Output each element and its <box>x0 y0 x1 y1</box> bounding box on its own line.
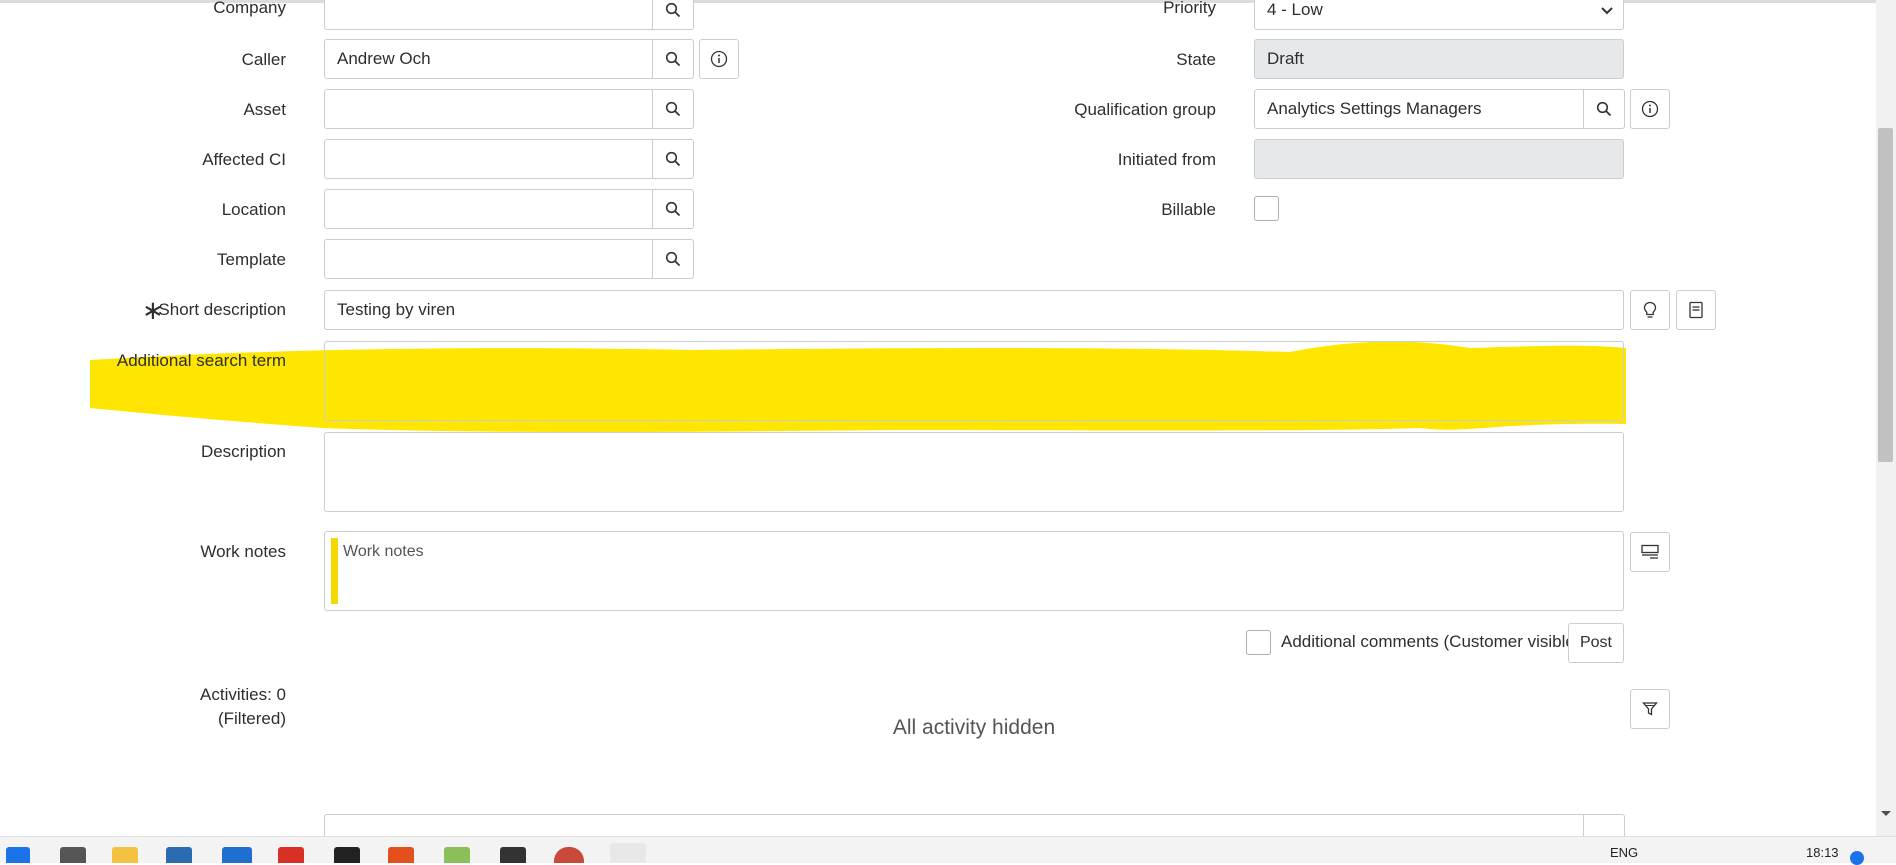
caller-lookup-button[interactable] <box>653 39 694 79</box>
priority-label: Priority <box>1163 0 1216 17</box>
short-description-label: Short description <box>158 300 286 319</box>
lightbulb-icon <box>1643 301 1657 318</box>
activity-filter-button[interactable] <box>1630 689 1670 729</box>
chevron-down-icon <box>1601 7 1613 15</box>
taskbar-time[interactable]: 18:13 <box>1806 845 1839 860</box>
additional-comments-label: Additional comments (Customer visible) <box>1281 632 1581 651</box>
app-icon-blue[interactable] <box>222 847 252 863</box>
activities-filter-label: (Filtered) <box>217 709 286 728</box>
billable-label: Billable <box>1161 200 1216 219</box>
location-label: Location <box>221 200 286 219</box>
state-label: State <box>1176 50 1216 69</box>
qualification-group-input[interactable]: Analytics Settings Managers <box>1254 89 1584 129</box>
priority-select[interactable]: 4 - Low <box>1254 0 1624 30</box>
additional-comments-checkbox[interactable] <box>1246 630 1271 655</box>
suggestion-button[interactable] <box>1630 290 1670 330</box>
template-lookup-button[interactable] <box>653 239 694 279</box>
search-icon <box>665 51 681 67</box>
description-label: Description <box>200 442 286 461</box>
compose-icon <box>1641 544 1659 559</box>
compose-toggle-button[interactable] <box>1630 532 1670 572</box>
search-icon <box>665 251 681 267</box>
post-button[interactable]: Post <box>1568 623 1624 663</box>
qualification-group-label: Qualification group <box>1074 100 1216 119</box>
work-notes-label: Work notes <box>200 542 286 561</box>
affected-ci-label: Affected CI <box>202 150 286 169</box>
app-icon-green[interactable] <box>444 847 470 863</box>
taskbar: ENG 18:13 <box>0 836 1896 865</box>
affected-ci-lookup-button[interactable] <box>653 139 694 179</box>
search-icon <box>665 101 681 117</box>
additional-search-term-textarea[interactable] <box>324 341 1624 421</box>
location-lookup-button[interactable] <box>653 189 694 229</box>
caller-input[interactable]: Andrew Och <box>324 39 653 79</box>
info-icon <box>710 50 728 68</box>
company-lookup-button[interactable] <box>653 0 694 30</box>
template-label: Template <box>217 250 286 269</box>
affected-ci-input[interactable] <box>324 139 653 179</box>
search-icon <box>665 151 681 167</box>
template-input[interactable] <box>324 239 653 279</box>
app-icon-gray[interactable] <box>500 847 526 863</box>
search-icon <box>665 201 681 217</box>
short-description-input[interactable]: Testing by viren <box>324 290 1624 330</box>
asset-label: Asset <box>243 100 286 119</box>
qualification-group-lookup-button[interactable] <box>1584 89 1625 129</box>
gmail-icon[interactable] <box>278 847 304 863</box>
caller-label: Caller <box>241 50 286 69</box>
qualification-group-info-button[interactable] <box>1630 89 1670 129</box>
task-view-icon[interactable] <box>60 847 86 863</box>
description-textarea[interactable] <box>324 432 1624 512</box>
additional-search-term-label: Additional search term <box>116 351 286 370</box>
active-app-icon[interactable] <box>610 843 646 863</box>
initiated-from-label: Initiated from <box>1117 150 1216 169</box>
work-notes-indicator <box>331 538 338 604</box>
asset-input[interactable] <box>324 89 653 129</box>
start-icon[interactable] <box>6 847 30 863</box>
caller-info-button[interactable] <box>699 39 739 79</box>
activity-empty-message: All activity hidden <box>892 716 1056 739</box>
info-icon <box>1641 100 1659 118</box>
scroll-down-arrow-icon[interactable] <box>1880 810 1892 818</box>
work-notes-placeholder: Work notes <box>343 543 424 560</box>
chrome-icon[interactable] <box>554 847 584 863</box>
mail-icon[interactable] <box>166 847 192 863</box>
knowledge-button[interactable] <box>1676 290 1716 330</box>
search-icon <box>1596 101 1612 117</box>
search-icon <box>665 2 681 18</box>
company-input[interactable] <box>324 0 653 30</box>
state-field: Draft <box>1254 39 1624 79</box>
company-label: Company <box>213 0 286 17</box>
asset-lookup-button[interactable] <box>653 89 694 129</box>
location-input[interactable] <box>324 189 653 229</box>
app-icon-dark[interactable] <box>334 847 360 863</box>
book-icon <box>1689 301 1703 319</box>
taskbar-language[interactable]: ENG <box>1610 845 1638 860</box>
notification-icon[interactable] <box>1850 851 1864 865</box>
initiated-from-field <box>1254 139 1624 179</box>
filter-icon <box>1642 702 1658 716</box>
billable-checkbox[interactable] <box>1254 196 1279 221</box>
scrollbar-thumb[interactable] <box>1878 128 1893 462</box>
priority-value: 4 - Low <box>1267 0 1323 19</box>
office-icon[interactable] <box>388 847 414 863</box>
file-explorer-icon[interactable] <box>112 847 138 863</box>
activities-count-label: Activities: 0 <box>200 685 286 704</box>
work-notes-textarea[interactable]: Work notes <box>324 531 1624 611</box>
